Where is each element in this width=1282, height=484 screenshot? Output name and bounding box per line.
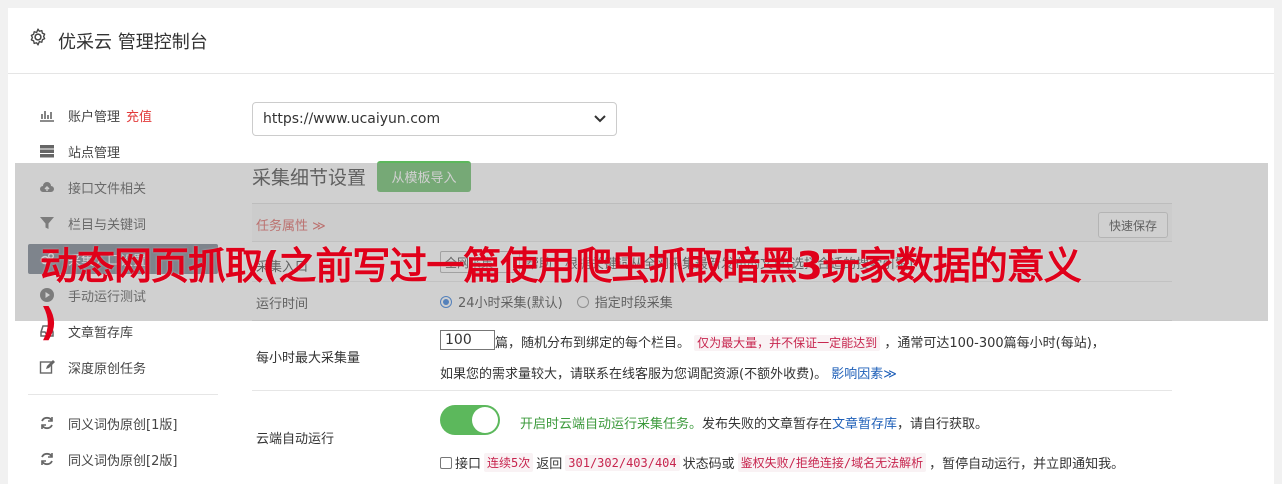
site-select-value: https://www.ucaiyun.com (263, 111, 441, 127)
sidebar-item-label: 深度原创任务 (68, 361, 147, 377)
chk-code-1: 连续5次 (484, 453, 534, 472)
refresh-icon (38, 414, 56, 432)
cloud-text-2: ，请自行获取。 (897, 417, 989, 432)
max-per-hour-input[interactable]: 100 (440, 330, 495, 350)
recharge-link[interactable]: 充值 (126, 106, 152, 125)
row-divider (252, 390, 1172, 391)
sidebar-item-sites[interactable]: 站点管理 (28, 136, 218, 166)
chevron-down-icon (594, 115, 606, 123)
server-icon (38, 142, 56, 160)
chk-text-4: ，暂停自动运行，并立即通知我。 (929, 457, 1125, 472)
cloud-on-text: 开启时云端自动运行采集任务。 (520, 417, 703, 432)
rate-text-1: 篇，随机分布到绑定的每个栏目。 (495, 336, 691, 351)
rate-text-3: 如果您的需求量较大，请联系在线客服为您调配资源(不额外收费)。 (440, 367, 828, 382)
refresh-icon (38, 450, 56, 468)
article-title-banner-line2: ) (40, 300, 58, 344)
edit-icon (38, 358, 56, 376)
sidebar-item-label: 文章暂存库 (68, 325, 134, 341)
sidebar-item-synonym-v2[interactable]: 同义词伪原创[2版] (28, 444, 218, 474)
sidebar-divider (28, 394, 218, 395)
toggle-knob (472, 407, 498, 433)
sidebar-item-synonym-v1[interactable]: 同义词伪原创[1版] (28, 408, 218, 438)
cloud-auto-run-label: 云端自动运行 (256, 432, 335, 447)
cloud-text-1: 发布失败的文章暂存在 (702, 417, 833, 432)
sidebar-item-deep-original[interactable]: 深度原创任务 (28, 352, 218, 382)
gear-icon (30, 28, 46, 46)
sidebar-item-label: 账户管理 (68, 109, 121, 125)
sidebar-item-account[interactable]: 账户管理 充值 (28, 100, 218, 130)
chk-code-3: 鉴权失败/拒绝连接/域名无法解析 (737, 453, 927, 472)
chk-text-1: 接口 (455, 457, 482, 472)
rate-text: 篇，随机分布到绑定的每个栏目。 仅为最大量，并不保证一定能达到 ，通常可达100… (495, 332, 1105, 351)
console-title: 优采云 管理控制台 (58, 32, 208, 53)
chk-text-2: 返回 (536, 457, 563, 472)
max-per-hour-value: 100 (445, 332, 472, 348)
influence-factors-link[interactable]: 影响因素≫ (831, 367, 897, 382)
pause-notify-checkbox[interactable] (440, 456, 452, 469)
cloud-auto-run-toggle[interactable] (440, 405, 500, 435)
rate-text-line2: 如果您的需求量较大，请联系在线客服为您调配资源(不额外收费)。 影响因素≫ (440, 363, 897, 382)
article-store-link[interactable]: 文章暂存库 (832, 417, 897, 432)
bar-chart-icon (38, 106, 56, 124)
site-select[interactable]: https://www.ucaiyun.com (252, 102, 617, 136)
rate-text-2: ，通常可达100-300篇每小时(每站)， (884, 336, 1105, 351)
chk-code-2: 301/302/403/404 (565, 454, 680, 471)
top-bar: 优采云 管理控制台 (8, 8, 1274, 74)
title-overlay (15, 163, 1268, 321)
rate-note-code: 仅为最大量，并不保证一定能达到 (694, 335, 881, 351)
article-title-banner: 动态网页抓取(之前写过一篇使用爬虫抓取暗黑3玩家数据的意义 (40, 244, 1082, 288)
pause-notify-row: 接口 连续5次 返回 301/302/403/404 状态码或 鉴权失败/拒绝连… (440, 453, 1124, 472)
sidebar-item-label: 同义词伪原创[2版] (68, 453, 178, 469)
sidebar-item-label: 站点管理 (68, 145, 121, 161)
max-per-hour-label: 每小时最大采集量 (256, 351, 361, 366)
sidebar-item-label: 同义词伪原创[1版] (68, 417, 178, 433)
chk-text-3: 状态码或 (682, 457, 735, 472)
cloud-desc: 开启时云端自动运行采集任务。发布失败的文章暂存在文章暂存库，请自行获取。 (520, 413, 988, 432)
